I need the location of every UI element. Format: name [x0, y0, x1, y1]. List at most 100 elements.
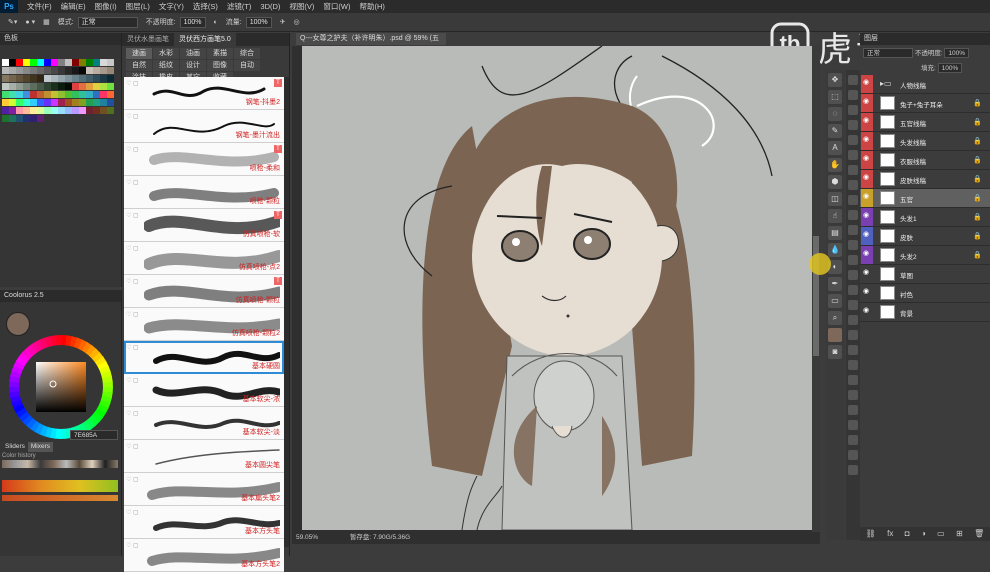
tool2-12-icon[interactable]	[848, 240, 858, 250]
lasso-tool-icon[interactable]: ◌	[828, 107, 842, 121]
adjustment-icon[interactable]: ◑	[921, 527, 926, 541]
tool2-19-icon[interactable]	[848, 345, 858, 355]
swatch[interactable]	[23, 83, 30, 90]
tool2-25-icon[interactable]	[848, 435, 858, 445]
layer-row[interactable]: 皮肤 🔒	[860, 227, 990, 246]
swatch[interactable]	[79, 91, 86, 98]
brush-preset-item[interactable]: ♡ ▢ 基本方头笔	[124, 506, 284, 539]
eraser-tool-icon[interactable]: ◫	[828, 192, 842, 206]
brush-preset-item[interactable]: ♡ ▢ 钢笔-抖墨2 T	[124, 77, 284, 110]
brush-favorite-icon[interactable]: ♡ ▢	[126, 113, 144, 120]
swatch[interactable]	[58, 91, 65, 98]
cat-paper[interactable]: 纸纹	[153, 60, 179, 71]
visibility-eye-icon[interactable]	[861, 303, 873, 321]
tool2-22-icon[interactable]	[848, 390, 858, 400]
swatch[interactable]	[44, 91, 51, 98]
swatch[interactable]	[23, 99, 30, 106]
swatch[interactable]	[30, 99, 37, 106]
mode-select[interactable]: 正常	[77, 16, 138, 28]
mask-icon[interactable]: ◘	[905, 527, 910, 541]
tool2-9-icon[interactable]	[848, 195, 858, 205]
tool2-11-icon[interactable]	[848, 225, 858, 235]
swatch[interactable]	[79, 67, 86, 74]
brush-favorite-icon[interactable]: ♡ ▢	[126, 509, 144, 516]
swatch[interactable]	[93, 91, 100, 98]
swatch[interactable]	[44, 75, 51, 82]
swatch[interactable]	[100, 59, 107, 66]
swatch[interactable]	[44, 99, 51, 106]
swatch[interactable]	[79, 107, 86, 114]
swatch[interactable]	[9, 99, 16, 106]
swatch[interactable]	[72, 91, 79, 98]
cat-image[interactable]: 图像	[207, 60, 233, 71]
swatch[interactable]	[44, 67, 51, 74]
swatch[interactable]	[9, 75, 16, 82]
mixer-gradient-2[interactable]	[2, 495, 118, 501]
tool2-3-icon[interactable]	[848, 105, 858, 115]
swatch[interactable]	[30, 75, 37, 82]
cat-watercolor[interactable]: 水彩	[153, 48, 179, 59]
tool2-15-icon[interactable]	[848, 285, 858, 295]
brush-favorite-icon[interactable]: ♡ ▢	[126, 410, 144, 417]
swatch[interactable]	[107, 99, 114, 106]
tool2-18-icon[interactable]	[848, 330, 858, 340]
pressure-opacity-icon[interactable]: ◐	[214, 19, 218, 26]
swatch[interactable]	[51, 67, 58, 74]
document-tab[interactable]: Q---女尊之护夫（补许明朱）.psd @ 59% (五官, RGB/8) *	[296, 33, 446, 54]
swatch[interactable]	[9, 107, 16, 114]
quick-mask-icon[interactable]: ◙	[828, 345, 842, 359]
tool2-2-icon[interactable]	[848, 90, 858, 100]
visibility-eye-icon[interactable]	[861, 227, 873, 245]
cat-nature[interactable]: 自然	[126, 60, 152, 71]
swatch[interactable]	[9, 67, 16, 74]
swatch[interactable]	[58, 75, 65, 82]
swatch[interactable]	[16, 75, 23, 82]
swatch[interactable]	[23, 91, 30, 98]
opacity-field[interactable]: 100%	[179, 16, 206, 28]
swatch[interactable]	[2, 59, 9, 66]
swatch[interactable]	[23, 59, 30, 66]
swatch[interactable]	[107, 67, 114, 74]
swatch[interactable]	[37, 75, 44, 82]
gradient-tool-icon[interactable]: ▤	[828, 226, 842, 240]
brush-panel-toggle-icon[interactable]: ▦	[43, 18, 50, 26]
swatch[interactable]	[51, 83, 58, 90]
menu-type[interactable]: 文字(Y)	[159, 1, 184, 12]
swatch[interactable]	[86, 107, 93, 114]
swatch[interactable]	[107, 83, 114, 90]
swatch[interactable]	[30, 107, 37, 114]
brush-tool-icon-side[interactable]: ✎	[828, 124, 842, 138]
swatch[interactable]	[93, 59, 100, 66]
swatch[interactable]	[93, 83, 100, 90]
swatch[interactable]	[51, 75, 58, 82]
swatch[interactable]	[107, 91, 114, 98]
cat-sketch[interactable]: 素描	[207, 48, 233, 59]
brush-preset-item[interactable]: ♡ ▢ 仿真喷枪-颗粒2	[124, 308, 284, 341]
swatch[interactable]	[23, 107, 30, 114]
brush-preset-item[interactable]: ♡ ▢ 仿真喷枪-软 T	[124, 209, 284, 242]
brush-preset-item[interactable]: ♡ ▢ 仿真喷枪-颗粒 T	[124, 275, 284, 308]
swatch[interactable]	[72, 99, 79, 106]
brush-size-preview[interactable]: ● ▾	[25, 18, 35, 26]
swatch[interactable]	[9, 59, 16, 66]
flow-field[interactable]: 100%	[245, 16, 272, 28]
blend-mode-select[interactable]: 正常	[863, 48, 913, 58]
swatch[interactable]	[107, 59, 114, 66]
tool2-7-icon[interactable]	[848, 165, 858, 175]
menu-image[interactable]: 图像(I)	[95, 1, 117, 12]
mixer-gradient[interactable]	[2, 480, 118, 492]
fill-field[interactable]: 100%	[937, 63, 963, 73]
link-layers-icon[interactable]: ⛓	[866, 527, 876, 541]
layer-row[interactable]: 头发1 🔒	[860, 208, 990, 227]
pressure-size-icon[interactable]: ◎	[293, 18, 299, 26]
tab-sliders[interactable]: Sliders	[2, 442, 28, 452]
swatch[interactable]	[44, 83, 51, 90]
swatch[interactable]	[79, 99, 86, 106]
swatch[interactable]	[37, 59, 44, 66]
menu-help[interactable]: 帮助(H)	[360, 1, 385, 12]
swatch[interactable]	[2, 91, 9, 98]
tool2-17-icon[interactable]	[848, 315, 858, 325]
brush-favorite-icon[interactable]: ♡ ▢	[126, 212, 144, 219]
tool2-4-icon[interactable]	[848, 120, 858, 130]
swatch[interactable]	[9, 115, 16, 122]
